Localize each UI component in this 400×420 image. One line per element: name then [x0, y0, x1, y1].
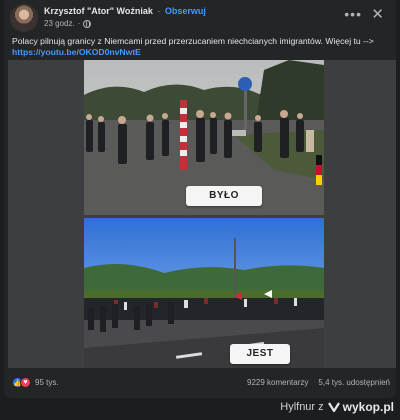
watermark-prefix: Hylfnur z [280, 401, 324, 413]
post-time[interactable]: 23 godz. [44, 19, 75, 28]
watermark: Hylfnur z wykop.pl [280, 400, 394, 414]
author-line: Krzysztof "Ator" Woźniak · Obserwuj [44, 6, 206, 16]
post-body: Polacy pilnują granicy z Niemcami przed … [12, 36, 374, 46]
watermark-brand: wykop.pl [342, 400, 394, 414]
love-icon: ♥ [20, 377, 31, 388]
post-link[interactable]: https://youtu.be/OKOD0nvNwtE [12, 47, 141, 57]
reactions[interactable]: 👍 ♥ 95 tys. [12, 377, 59, 388]
stamp-after: JEST [230, 344, 290, 364]
photo-before: BYŁO [84, 60, 324, 215]
close-icon[interactable]: ✕ [371, 7, 384, 22]
wykop-logo: wykop.pl [327, 400, 394, 414]
separator-dot: · [77, 19, 81, 28]
shares-count[interactable]: 5,4 tys. udostępnień [318, 378, 390, 387]
post-media[interactable]: BYŁO JEST [8, 60, 396, 368]
comments-count[interactable]: 9229 komentarzy [247, 378, 308, 387]
post-header: Krzysztof "Ator" Woźniak · Obserwuj 23 g… [10, 4, 392, 34]
post-footer: 👍 ♥ 95 tys. 9229 komentarzy 5,4 tys. udo… [12, 376, 390, 392]
reaction-count: 95 tys. [35, 378, 59, 387]
post-stats: 9229 komentarzy 5,4 tys. udostępnień [247, 378, 390, 387]
author-avatar[interactable] [10, 4, 38, 32]
wykop-icon [327, 402, 340, 413]
stamp-before: BYŁO [186, 186, 262, 206]
separator-dot: · [157, 6, 161, 16]
photo-after: JEST [84, 218, 324, 368]
post-meta: 23 godz. · [44, 19, 92, 28]
author-name[interactable]: Krzysztof "Ator" Woźniak [44, 6, 153, 16]
post-card: Krzysztof "Ator" Woźniak · Obserwuj 23 g… [4, 0, 396, 398]
follow-button[interactable]: Obserwuj [165, 6, 206, 16]
more-icon[interactable]: ••• [344, 7, 362, 21]
globe-icon [83, 19, 92, 28]
post-text: Polacy pilnują granicy z Niemcami przed … [12, 36, 390, 58]
